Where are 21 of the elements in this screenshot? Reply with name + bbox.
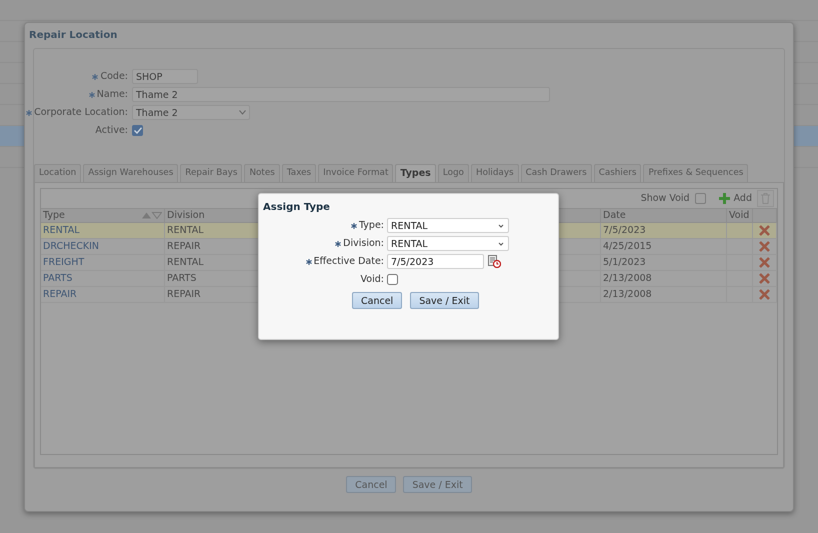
field-label: Name:: [96, 87, 128, 102]
table-cell-text: RENTAL: [167, 222, 204, 237]
window-title: Repair Location: [28, 28, 118, 42]
table-cell-text: REPAIR: [167, 238, 201, 253]
table-cell-text: 2/13/2008: [603, 286, 652, 301]
table-cell-text: RENTAL: [167, 254, 204, 269]
field-label: Code:: [100, 69, 128, 84]
field-label: Type:: [358, 218, 384, 232]
table-cell-text: 4/25/2015: [603, 238, 652, 253]
field-label: Division:: [343, 236, 384, 250]
table-cell-text: 7/5/2023: [603, 222, 646, 237]
field-label: Corporate Location:: [34, 105, 128, 120]
field-label: Effective Date:: [314, 254, 384, 268]
dialog-title: Assign Type: [262, 200, 331, 214]
table-cell-text: 2/13/2008: [603, 270, 652, 285]
table-cell-text: 5/1/2023: [603, 254, 646, 269]
table-cell-text: PARTS: [167, 270, 196, 285]
field-label: Active:: [95, 123, 128, 137]
table-cell-text: REPAIR: [167, 286, 201, 301]
show-void-label: Show Void: [640, 190, 690, 205]
field-label: Void:: [360, 272, 384, 286]
